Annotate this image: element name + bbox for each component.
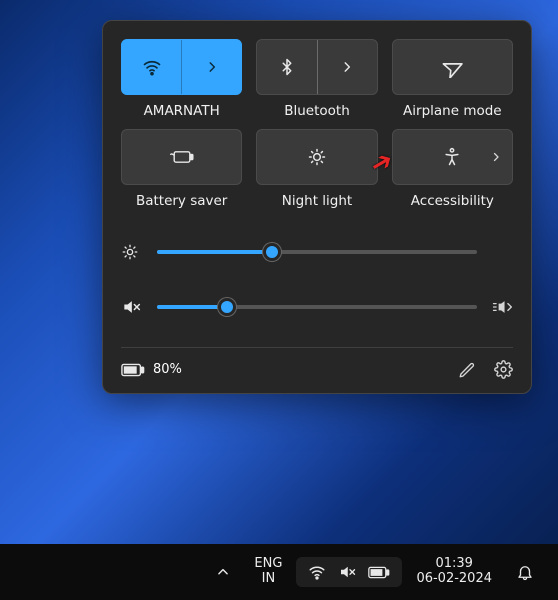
clock-time: 01:39 — [435, 557, 472, 572]
language-indicator[interactable]: ENG IN — [246, 553, 290, 591]
volume-slider[interactable] — [157, 305, 477, 309]
notifications-button[interactable] — [506, 557, 544, 587]
battery-percent-text: 80% — [153, 362, 182, 377]
edit-quick-settings-button[interactable] — [458, 361, 476, 379]
tile-accessibility-label: Accessibility — [411, 193, 494, 209]
battery-status[interactable]: 80% — [121, 362, 182, 377]
tile-wifi[interactable] — [121, 39, 242, 95]
battery-icon — [368, 566, 390, 579]
tile-night-light[interactable] — [256, 129, 377, 185]
quick-settings-panel: AMARNATH Bluetooth — [102, 20, 532, 394]
chevron-right-icon — [490, 151, 502, 163]
wifi-toggle-half[interactable] — [122, 40, 182, 94]
battery-icon — [121, 363, 145, 377]
brightness-icon — [121, 243, 143, 261]
tile-bluetooth[interactable] — [256, 39, 377, 95]
volume-thumb[interactable] — [218, 298, 236, 316]
volume-fill — [157, 305, 227, 309]
panel-footer: 80% — [121, 347, 513, 379]
lang-line2: IN — [262, 572, 276, 587]
sliders-section — [121, 243, 513, 317]
night-light-icon — [307, 147, 327, 167]
bluetooth-more-half[interactable] — [318, 40, 377, 94]
tile-battery-saver-cell: Battery saver — [121, 129, 242, 209]
lang-line1: ENG — [254, 557, 282, 572]
tile-bluetooth-cell: Bluetooth — [256, 39, 377, 119]
chevron-right-icon — [340, 60, 354, 74]
clock-date[interactable]: 01:39 06-02-2024 — [408, 553, 500, 591]
tile-bluetooth-label: Bluetooth — [284, 103, 350, 119]
accessibility-icon — [442, 147, 462, 167]
chevron-right-icon — [205, 60, 219, 74]
airplane-icon — [441, 56, 463, 78]
tile-night-light-label: Night light — [282, 193, 352, 209]
settings-button[interactable] — [494, 360, 513, 379]
wifi-more-half[interactable] — [182, 40, 241, 94]
tile-airplane[interactable] — [392, 39, 513, 95]
tile-accessibility[interactable] — [392, 129, 513, 185]
battery-saver-icon — [169, 148, 195, 166]
tile-accessibility-cell: Accessibility — [392, 129, 513, 209]
brightness-fill — [157, 250, 272, 254]
brightness-thumb[interactable] — [263, 243, 281, 261]
tile-battery-saver-label: Battery saver — [136, 193, 227, 209]
system-tray-group[interactable] — [296, 557, 402, 587]
tile-wifi-cell: AMARNATH — [121, 39, 242, 119]
bluetooth-toggle-half[interactable] — [257, 40, 317, 94]
wifi-icon — [142, 57, 162, 77]
volume-row — [121, 297, 513, 317]
audio-output-button[interactable] — [491, 298, 513, 316]
brightness-row — [121, 243, 513, 261]
tile-battery-saver[interactable] — [121, 129, 242, 185]
bluetooth-icon — [278, 58, 296, 76]
quick-tiles-grid: AMARNATH Bluetooth — [121, 39, 513, 209]
tray-overflow-button[interactable] — [206, 559, 240, 585]
volume-muted-icon — [338, 563, 356, 581]
tile-night-light-cell: Night light — [256, 129, 377, 209]
tile-airplane-cell: Airplane mode — [392, 39, 513, 119]
volume-muted-icon[interactable] — [121, 297, 143, 317]
wifi-icon — [308, 563, 326, 581]
taskbar: ENG IN 01:39 06-02-2024 — [0, 544, 558, 600]
tile-airplane-label: Airplane mode — [403, 103, 502, 119]
brightness-slider[interactable] — [157, 250, 477, 254]
clock-date-text: 06-02-2024 — [416, 572, 492, 587]
tile-wifi-label: AMARNATH — [144, 103, 220, 119]
